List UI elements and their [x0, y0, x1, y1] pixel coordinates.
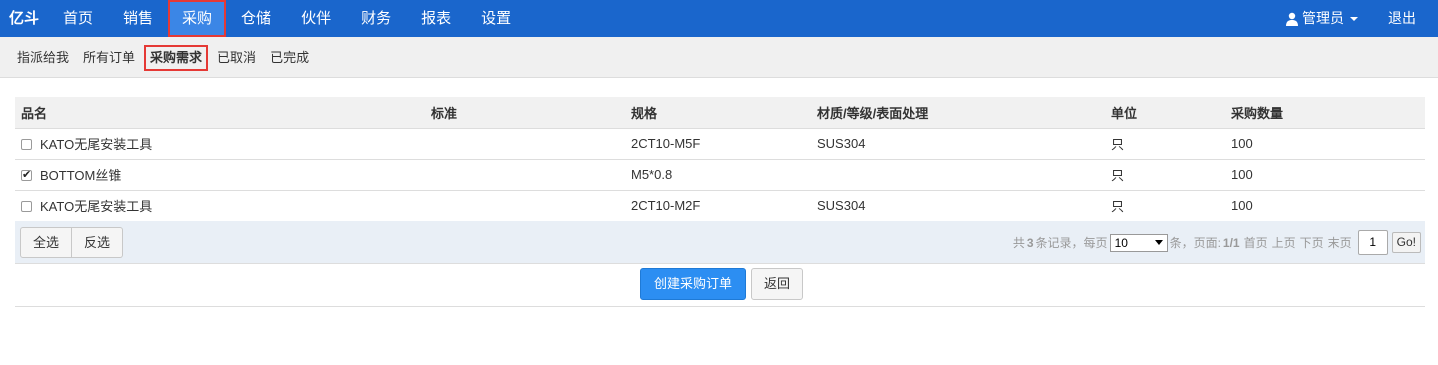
row-checkbox[interactable] [21, 201, 32, 212]
create-purchase-order-button[interactable]: 创建采购订单 [640, 268, 747, 300]
subnav-item-purchase-demand[interactable]: 采购需求 [144, 44, 209, 71]
header-qty: 采购数量 [1225, 97, 1425, 129]
cell-standard [425, 159, 625, 191]
chevron-down-icon [1154, 240, 1163, 245]
cell-name: KATO无尾安装工具 [15, 128, 425, 160]
back-button[interactable]: 返回 [751, 268, 804, 300]
cell-name-text: KATO无尾安装工具 [40, 199, 153, 214]
table-footer: 全选 反选 共 3 条记录，每页 10 条，页面: 1/1 首页 上页 下页 末… [15, 221, 1425, 264]
header-name: 品名 [15, 97, 425, 129]
nav-item-reports[interactable]: 报表 [406, 0, 466, 37]
pager-page-info: 1/1 [1222, 235, 1240, 250]
row-checkbox[interactable] [21, 168, 32, 181]
cell-name: KATO无尾安装工具 [15, 190, 425, 222]
row-checkbox[interactable] [21, 139, 32, 150]
cell-material: SUS304 [811, 128, 1105, 160]
page-number-input[interactable]: 1 [1357, 230, 1388, 255]
pager-prefix: 共 [1012, 236, 1025, 250]
pager-total: 3 [1026, 235, 1034, 250]
cell-material [811, 159, 1105, 191]
cell-standard [425, 190, 625, 222]
page-size-select[interactable]: 10 [1109, 233, 1168, 252]
subnav-items: 指派给我 所有订单 采购需求 已取消 已完成 [10, 37, 316, 78]
page-size-value: 10 [1114, 235, 1128, 250]
brand-logo[interactable]: 亿斗 [9, 0, 39, 37]
nav-item-sales[interactable]: 销售 [108, 0, 168, 37]
cell-name-text: KATO无尾安装工具 [40, 137, 153, 152]
nav-item-home[interactable]: 首页 [48, 0, 108, 37]
invert-selection-button[interactable]: 反选 [72, 227, 124, 258]
logout-link[interactable]: 退出 [1372, 0, 1438, 37]
pager-per-text: 条，页面: [1169, 236, 1221, 250]
main-nav: 首页 销售 采购 仓储 伙伴 财务 报表 设置 [48, 0, 526, 37]
table-row: KATO无尾安装工具 2CT10-M5F SUS304 只 100 [15, 128, 1425, 160]
nav-right: 管理员 退出 [1271, 0, 1438, 37]
nav-item-warehouse[interactable]: 仓储 [226, 0, 286, 37]
pager-last-link[interactable]: 末页 [1328, 234, 1352, 251]
cell-qty: 100 [1225, 128, 1425, 160]
cell-qty: 100 [1225, 159, 1425, 191]
nav-item-purchase[interactable]: 采购 [168, 0, 227, 37]
header-spec: 规格 [625, 97, 811, 129]
demand-table: 品名 标准 规格 材质/等级/表面处理 单位 采购数量 KATO无尾安装工具 2… [15, 97, 1425, 222]
top-navbar: 亿斗 首页 销售 采购 仓储 伙伴 财务 报表 设置 管理员 退出 [0, 0, 1438, 37]
cell-name: BOTTOM丝锥 [15, 159, 425, 191]
user-icon [1286, 12, 1298, 26]
form-actions: 创建采购订单 返回 [640, 268, 804, 300]
divider [15, 306, 1425, 307]
header-standard: 标准 [425, 97, 625, 129]
table-row: KATO无尾安装工具 2CT10-M2F SUS304 只 100 [15, 190, 1425, 222]
user-menu[interactable]: 管理员 [1271, 0, 1372, 37]
pager: 共 3 条记录，每页 10 条，页面: 1/1 首页 上页 下页 末页 1 Go… [1013, 227, 1421, 258]
cell-spec: M5*0.8 [625, 159, 811, 191]
pager-first-link[interactable]: 首页 [1244, 234, 1268, 251]
cell-spec: 2CT10-M2F [625, 190, 811, 222]
nav-item-partners[interactable]: 伙伴 [286, 0, 346, 37]
subnav-item-assigned[interactable]: 指派给我 [10, 45, 76, 71]
cell-spec: 2CT10-M5F [625, 128, 811, 160]
selection-buttons: 全选 反选 [20, 227, 124, 258]
cell-unit: 只 [1105, 128, 1225, 160]
sub-navbar: 指派给我 所有订单 采购需求 已取消 已完成 [0, 37, 1438, 78]
pager-next-link[interactable]: 下页 [1300, 234, 1324, 251]
cell-standard [425, 128, 625, 160]
cell-qty: 100 [1225, 190, 1425, 222]
chevron-down-icon [1350, 16, 1358, 21]
subnav-item-completed[interactable]: 已完成 [263, 45, 316, 71]
select-all-button[interactable]: 全选 [20, 227, 73, 258]
pager-prev-link[interactable]: 上页 [1272, 234, 1296, 251]
table-row: BOTTOM丝锥 M5*0.8 只 100 [15, 159, 1425, 191]
go-button[interactable]: Go! [1391, 232, 1421, 253]
table-header-row: 品名 标准 规格 材质/等级/表面处理 单位 采购数量 [15, 97, 1425, 129]
subnav-item-cancelled[interactable]: 已取消 [210, 45, 263, 71]
subnav-item-all-orders[interactable]: 所有订单 [76, 45, 142, 71]
pager-records-text: 条记录，每页 [1035, 236, 1108, 250]
cell-unit: 只 [1105, 159, 1225, 191]
demand-table-wrap: 品名 标准 规格 材质/等级/表面处理 单位 采购数量 KATO无尾安装工具 2… [15, 97, 1425, 222]
nav-item-settings[interactable]: 设置 [466, 0, 526, 37]
user-name: 管理员 [1302, 10, 1344, 26]
cell-unit: 只 [1105, 190, 1225, 222]
nav-item-finance[interactable]: 财务 [346, 0, 406, 37]
cell-material: SUS304 [811, 190, 1105, 222]
cell-name-text: BOTTOM丝锥 [40, 168, 122, 183]
header-unit: 单位 [1105, 97, 1225, 129]
header-material: 材质/等级/表面处理 [811, 97, 1105, 129]
